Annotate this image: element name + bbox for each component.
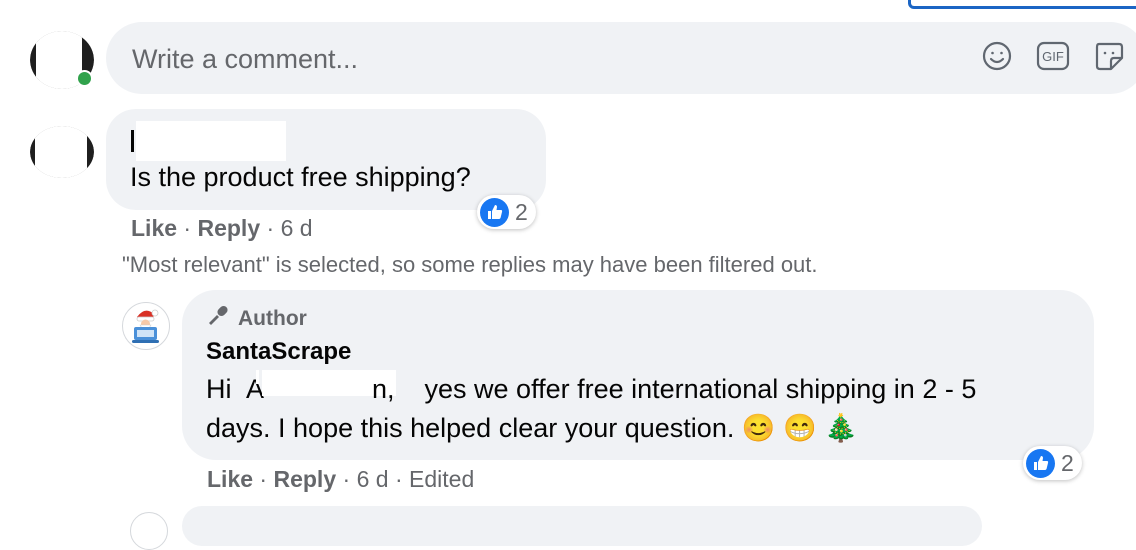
- comment-input[interactable]: [130, 40, 894, 78]
- reaction-count: 2: [515, 198, 528, 225]
- gif-icon[interactable]: GIF: [1036, 39, 1070, 73]
- author-badge-label: Author: [238, 307, 307, 330]
- reply-like-link[interactable]: Like: [207, 466, 253, 492]
- reply-reactions[interactable]: 2: [1023, 446, 1082, 480]
- like-reaction-icon: [1026, 448, 1055, 478]
- svg-text:GIF: GIF: [1042, 49, 1064, 64]
- reaction-count: 2: [1061, 449, 1074, 476]
- redacted-name: [136, 121, 286, 161]
- santascrape-avatar[interactable]: [122, 302, 170, 350]
- grinning-face-emoji: 😁: [783, 413, 817, 443]
- edited-label[interactable]: Edited: [409, 466, 474, 492]
- reply-reply-link[interactable]: Reply: [273, 466, 336, 492]
- comment-reactions[interactable]: 2: [477, 195, 536, 229]
- online-status-dot: [76, 70, 93, 87]
- redact-patch: [256, 370, 259, 384]
- commenter-name-fragment: [131, 130, 134, 152]
- reply-text-continuation: yes we offer free international shipping…: [417, 374, 977, 404]
- reply-actions: Like · Reply · 6 d · Edited: [207, 466, 475, 492]
- commenter-avatar[interactable]: [30, 126, 94, 178]
- microphone-icon: [206, 304, 230, 334]
- focused-element-edge: [908, 0, 1136, 9]
- redacted-fragment-end: n,: [372, 374, 395, 404]
- like-link[interactable]: Like: [131, 215, 177, 241]
- reply-author-name[interactable]: SantaScrape: [206, 338, 351, 366]
- emoji-icon[interactable]: [980, 39, 1014, 73]
- smiling-face-emoji: 😊: [741, 413, 776, 443]
- next-reply-bubble: [182, 506, 982, 546]
- reply-text-2: days. I hope this helped clear your ques…: [206, 413, 735, 443]
- like-reaction-icon: [480, 197, 509, 227]
- reply-text-line-2: days. I hope this helped clear your ques…: [206, 412, 858, 444]
- filter-note: "Most relevant" is selected, so some rep…: [122, 252, 818, 277]
- sticker-icon[interactable]: [1092, 39, 1126, 73]
- reply-time[interactable]: 6 d: [357, 466, 389, 492]
- christmas-tree-emoji: 🎄: [824, 413, 858, 443]
- reply-greeting: Hi: [206, 374, 232, 404]
- author-badge: Author: [206, 304, 307, 334]
- reply-link[interactable]: Reply: [197, 215, 260, 241]
- comment-time[interactable]: 6 d: [281, 215, 313, 241]
- comment-text: Is the product free shipping?: [130, 162, 471, 192]
- comment-actions: Like · Reply · 6 d: [131, 215, 313, 241]
